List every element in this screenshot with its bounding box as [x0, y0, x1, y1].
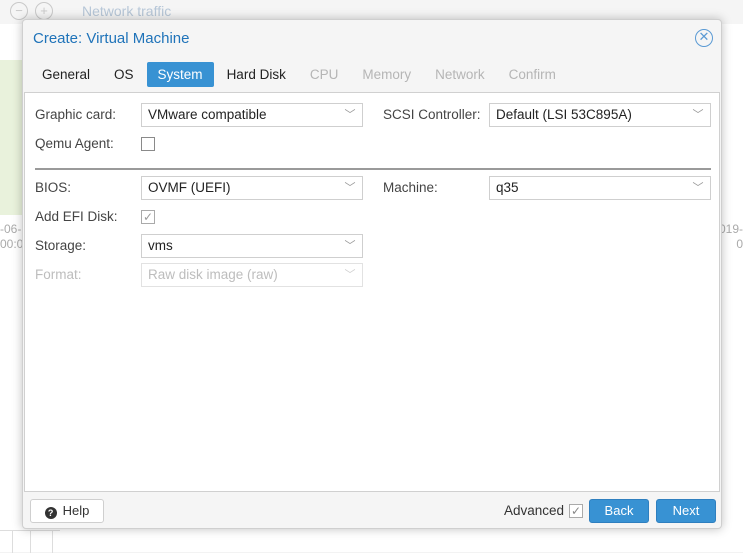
add-efi-disk-checkbox: ✓ [141, 210, 155, 224]
graphic-card-select[interactable]: VMware compatible ﹀ [141, 103, 363, 127]
chevron-down-icon: ﹀ [692, 109, 704, 121]
background-axis-right: 019- 0 [718, 222, 743, 251]
tab-network: Network [435, 67, 485, 82]
background-chart-title: Network traffic [82, 3, 172, 19]
section-divider [35, 168, 711, 170]
tab-os[interactable]: OS [103, 62, 145, 87]
plus-circle-icon: + [35, 2, 53, 20]
tab-general[interactable]: General [31, 62, 101, 87]
chevron-down-icon: ﹀ [344, 182, 356, 194]
create-vm-dialog: Create: Virtual Machine ✕ General OS Sys… [22, 19, 722, 529]
dialog-header: Create: Virtual Machine ✕ [23, 20, 721, 56]
bios-select[interactable]: OVMF (UEFI) ﹀ [141, 176, 363, 200]
scsi-controller-label: SCSI Controller: [383, 107, 481, 122]
tab-memory: Memory [362, 67, 412, 82]
background-grid [0, 530, 60, 553]
dialog-title: Create: Virtual Machine [33, 30, 190, 47]
graphic-card-label: Graphic card: [35, 107, 117, 122]
bios-label: BIOS: [35, 180, 72, 195]
chevron-down-icon: ﹀ [344, 109, 356, 121]
background-axis-left: -06- 00:0 [0, 222, 24, 251]
storage-select[interactable]: vms ﹀ [141, 234, 363, 258]
chevron-down-icon: ﹀ [344, 269, 356, 281]
format-select: Raw disk image (raw) ﹀ [141, 263, 363, 287]
tab-hard-disk[interactable]: Hard Disk [216, 62, 297, 87]
qemu-agent-label: Qemu Agent: [35, 136, 114, 151]
back-button[interactable]: Back [589, 499, 649, 523]
wizard-tabs: General OS System Hard Disk CPU Memory N… [31, 62, 569, 87]
tab-confirm: Confirm [508, 67, 556, 82]
minus-circle-icon: − [10, 2, 28, 20]
tab-system[interactable]: System [146, 62, 214, 87]
scsi-controller-select[interactable]: Default (LSI 53C895A) ﹀ [489, 103, 711, 127]
tab-cpu: CPU [309, 67, 339, 82]
next-button[interactable]: Next [656, 499, 716, 523]
advanced-checkbox[interactable]: ✓ [569, 504, 583, 518]
chevron-down-icon: ﹀ [692, 182, 704, 194]
dialog-footer: ? Help Advanced ✓ Back Next [23, 492, 721, 530]
format-label: Format: [35, 267, 82, 282]
machine-select[interactable]: q35 ﹀ [489, 176, 711, 200]
close-icon[interactable]: ✕ [695, 29, 713, 47]
help-button[interactable]: ? Help [30, 499, 104, 523]
machine-label: Machine: [383, 180, 438, 195]
storage-label: Storage: [35, 238, 87, 253]
background-chart-area [0, 60, 24, 215]
advanced-label: Advanced [504, 503, 565, 518]
qemu-agent-checkbox[interactable] [141, 137, 155, 151]
question-circle-icon: ? [44, 507, 57, 519]
chevron-down-icon: ﹀ [344, 240, 356, 252]
system-form-panel: Graphic card: VMware compatible ﹀ SCSI C… [24, 92, 720, 492]
add-efi-disk-label: Add EFI Disk: [35, 209, 118, 224]
